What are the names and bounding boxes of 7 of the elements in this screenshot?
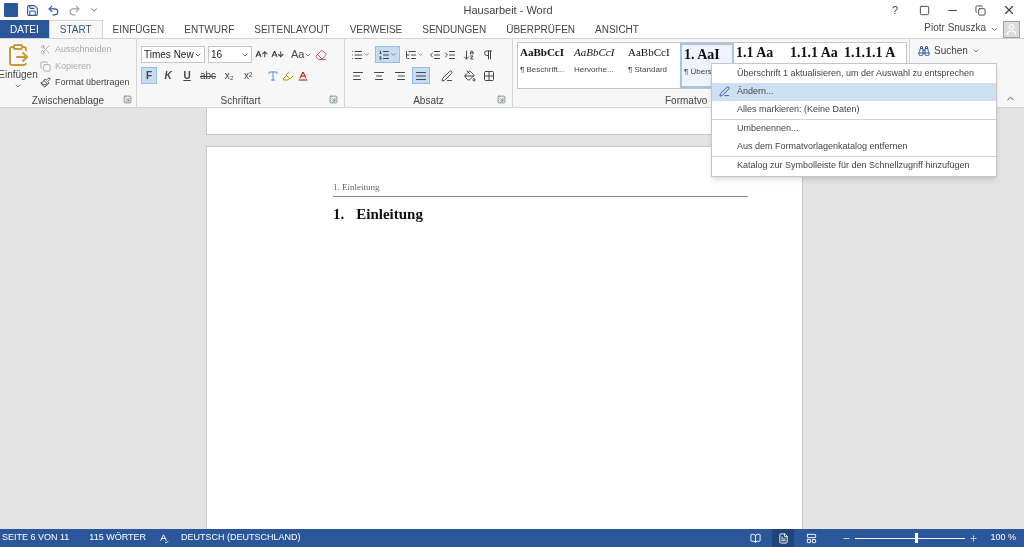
group-label: Formatvo bbox=[665, 93, 708, 108]
group-label: Zwischenablage bbox=[31, 93, 105, 108]
heading: 1. Einleitung bbox=[333, 204, 424, 224]
window-title: Hausarbeit - Word bbox=[463, 2, 553, 18]
group-label: Schriftart bbox=[220, 93, 261, 108]
page-header: 1. Einleitung bbox=[333, 181, 748, 197]
group-label: Absatz bbox=[413, 93, 444, 108]
